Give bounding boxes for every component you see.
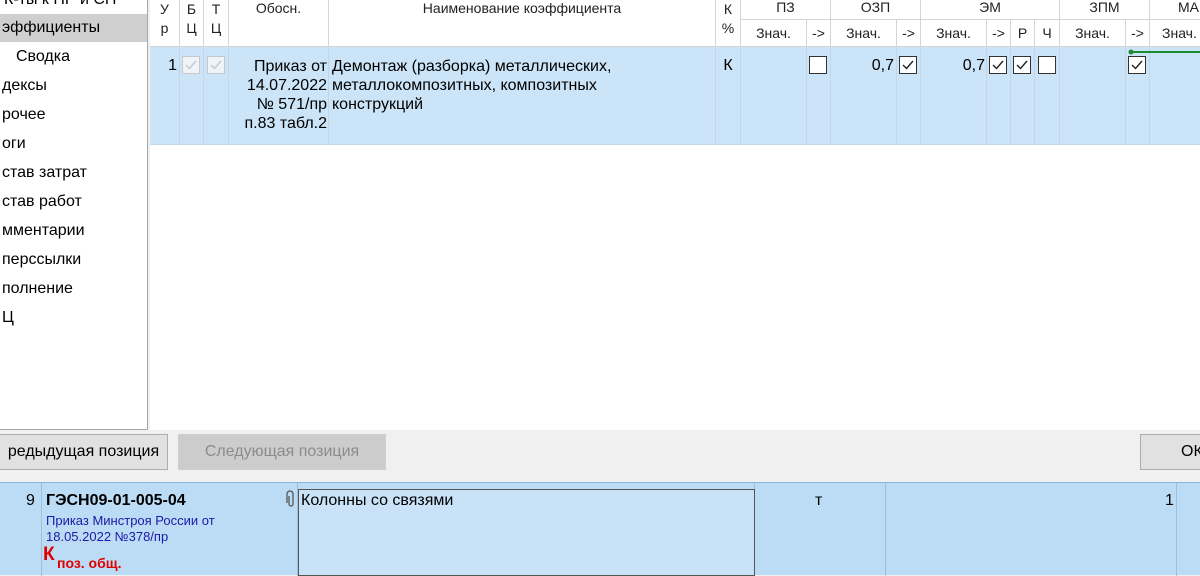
table-row-em-arrow[interactable] bbox=[987, 47, 1011, 145]
table-row-ma-value[interactable] bbox=[1150, 47, 1200, 145]
col-group-ma[interactable]: МА bbox=[1150, 0, 1200, 20]
bg-source-line-1: Приказ Минстроя России от bbox=[46, 513, 215, 528]
nav-item-c[interactable]: Ц bbox=[0, 304, 147, 332]
bg-k-subscript: поз. общ. bbox=[57, 555, 122, 571]
ozp-arrow-checkbox[interactable] bbox=[899, 56, 917, 74]
table-row-pz-arrow[interactable] bbox=[807, 47, 831, 145]
obosn-line-1: Приказ от bbox=[253, 58, 327, 75]
col-header-bc-top: Б bbox=[186, 1, 197, 17]
col-header-obosn[interactable]: Обосн. bbox=[229, 0, 329, 47]
pz-arrow-checkbox[interactable] bbox=[809, 56, 827, 74]
col-header-name[interactable]: Наименование коэффициента bbox=[329, 0, 716, 47]
col-header-tc[interactable]: Т Ц bbox=[204, 0, 229, 47]
col-header-k-top: К bbox=[723, 1, 733, 17]
nav-item-cost-composition[interactable]: став затрат bbox=[0, 159, 147, 187]
nav-panel: К-ты к ПР и СП эффициенты Сводка дексы р… bbox=[0, 0, 148, 430]
table-row-em-value[interactable]: 0,7 bbox=[921, 47, 987, 145]
table-row-ozp-arrow[interactable] bbox=[897, 47, 921, 145]
nav-item-other[interactable]: рочее bbox=[0, 101, 147, 129]
col-header-k-bottom: % bbox=[721, 20, 735, 36]
ok-button[interactable]: ОК bbox=[1140, 434, 1200, 470]
coefficients-grid: У р Б Ц Т Ц Обосн. Наименование коэффици… bbox=[150, 0, 1200, 430]
col-header-em-r[interactable]: Р bbox=[1011, 20, 1035, 47]
nav-item-execution[interactable]: полнение bbox=[0, 275, 147, 303]
nav-item-totals[interactable]: оги bbox=[0, 130, 147, 158]
bg-name: Колонны со связями bbox=[301, 492, 454, 509]
col-group-pz[interactable]: ПЗ bbox=[741, 0, 831, 20]
nav-item-hyperlinks[interactable]: перссылки bbox=[0, 246, 147, 274]
bg-source-line-2: 18.05.2022 №378/пр bbox=[46, 529, 169, 544]
col-group-ozp[interactable]: ОЗП bbox=[831, 0, 921, 20]
col-header-tc-bottom: Ц bbox=[210, 20, 222, 36]
bg-col-sep-5 bbox=[1176, 483, 1177, 576]
coefficients-dialog: К-ты к ПР и СП эффициенты Сводка дексы р… bbox=[0, 0, 1200, 482]
bg-k-letter: К bbox=[43, 544, 55, 565]
table-row-ozp-value[interactable]: 0,7 bbox=[831, 47, 897, 145]
table-row-em-r[interactable] bbox=[1011, 47, 1035, 145]
table-row-k[interactable]: К bbox=[716, 47, 741, 145]
nav-item-comments[interactable]: мментарии bbox=[0, 217, 147, 245]
col-header-ur-bottom: р bbox=[160, 20, 169, 36]
col-group-zpm[interactable]: ЗПМ bbox=[1060, 0, 1150, 20]
bg-col-sep-4 bbox=[885, 483, 886, 576]
col-header-em-ch[interactable]: Ч bbox=[1035, 20, 1060, 47]
nav-item-indexes[interactable]: дексы bbox=[0, 72, 147, 100]
table-row-obosn[interactable]: Приказ от 14.07.2022 № 571/пр п.83 табл.… bbox=[229, 47, 329, 145]
em-ch-checkbox[interactable] bbox=[1038, 56, 1056, 74]
col-header-ma-znach[interactable]: Знач. bbox=[1150, 20, 1200, 47]
col-header-em-arrow[interactable]: -> bbox=[987, 20, 1011, 47]
background-estimate-row[interactable]: 9 ГЭСН09-01-005-04 Приказ Минстроя Росси… bbox=[0, 482, 1200, 576]
bg-unit: т bbox=[815, 492, 823, 509]
table-row-pz-value[interactable] bbox=[741, 47, 807, 145]
bg-code[interactable]: ГЭСН09-01-005-04 bbox=[46, 492, 186, 510]
green-marker-line bbox=[1128, 49, 1200, 55]
prev-position-button[interactable]: редыдущая позиция bbox=[0, 434, 168, 470]
col-header-pz-arrow[interactable]: -> bbox=[807, 20, 831, 47]
col-header-ozp-arrow[interactable]: -> bbox=[897, 20, 921, 47]
col-group-em[interactable]: ЭМ bbox=[921, 0, 1060, 20]
col-header-ozp-znach[interactable]: Знач. bbox=[831, 20, 897, 47]
next-position-button[interactable]: Следующая позиция bbox=[178, 434, 386, 470]
table-row-bc[interactable] bbox=[180, 47, 204, 145]
bg-quantity: 1 bbox=[1165, 492, 1174, 509]
col-header-pz-znach[interactable]: Знач. bbox=[741, 20, 807, 47]
col-header-em-znach[interactable]: Знач. bbox=[921, 20, 987, 47]
col-header-zpm-znach[interactable]: Знач. bbox=[1060, 20, 1126, 47]
paperclip-icon[interactable] bbox=[284, 490, 296, 513]
bg-col-sep-1 bbox=[41, 483, 42, 576]
em-arrow-checkbox[interactable] bbox=[989, 56, 1007, 74]
col-header-bc-bottom: Ц bbox=[186, 20, 197, 36]
obosn-line-4: п.83 табл.2 bbox=[244, 115, 327, 132]
col-header-ur[interactable]: У р bbox=[150, 0, 180, 47]
name-line-1: Демонтаж (разборка) металлических, bbox=[332, 58, 612, 75]
name-line-2: металлокомпозитных, композитных bbox=[332, 77, 597, 94]
table-row-name[interactable]: Демонтаж (разборка) металлических, метал… bbox=[329, 47, 716, 145]
col-header-zpm-arrow[interactable]: -> bbox=[1126, 20, 1150, 47]
zpm-arrow-checkbox[interactable] bbox=[1128, 56, 1146, 74]
obosn-line-3: № 571/пр bbox=[256, 96, 327, 113]
name-line-3: конструкций bbox=[332, 96, 423, 113]
bg-row-number: 9 bbox=[26, 492, 35, 509]
table-row-zpm-value[interactable] bbox=[1060, 47, 1126, 145]
bc-checkbox[interactable] bbox=[182, 56, 200, 74]
table-row-zpm-arrow[interactable] bbox=[1126, 47, 1150, 145]
col-header-ur-top: У bbox=[160, 1, 169, 17]
col-header-k[interactable]: К % bbox=[716, 0, 741, 47]
nav-item-kty-pr-sp[interactable]: К-ты к ПР и СП bbox=[4, 0, 147, 14]
col-header-bc[interactable]: Б Ц bbox=[180, 0, 204, 47]
table-row-em-ch[interactable] bbox=[1035, 47, 1060, 145]
em-r-checkbox[interactable] bbox=[1013, 56, 1031, 74]
table-row-tc[interactable] bbox=[204, 47, 229, 145]
nav-item-summary[interactable]: Сводка bbox=[0, 43, 147, 71]
obosn-line-2: 14.07.2022 bbox=[246, 77, 327, 94]
col-header-tc-top: Т bbox=[211, 1, 221, 17]
table-row-ur[interactable]: 1 bbox=[150, 47, 180, 145]
tc-checkbox[interactable] bbox=[207, 56, 225, 74]
nav-item-coefficients[interactable]: эффициенты bbox=[0, 14, 147, 42]
nav-item-work-composition[interactable]: став работ bbox=[0, 188, 147, 216]
